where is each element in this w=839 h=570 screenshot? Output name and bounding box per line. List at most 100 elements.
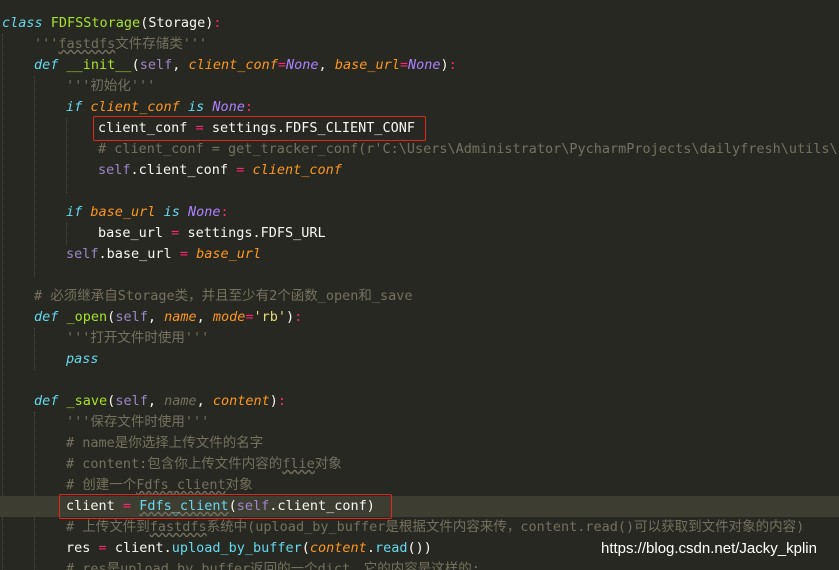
- comment-token: # res是upload_by_buffer返回的一个dict，它的内容是这样的…: [66, 561, 480, 570]
- param-token: base_url: [90, 204, 156, 220]
- docstring-token: '''打开文件时使用''': [66, 330, 210, 346]
- keyword-token: is: [187, 99, 205, 115]
- colon-token: :: [277, 393, 287, 409]
- comment-token: 对象: [225, 477, 253, 493]
- comma-token: ,: [318, 57, 335, 73]
- param-token: base_url: [334, 57, 400, 73]
- indent-guide: [66, 223, 67, 245]
- param-token: client_conf: [188, 57, 278, 73]
- self-token: self: [139, 57, 173, 73]
- param-token: name: [164, 309, 197, 325]
- code-line-5[interactable]: if client_conf is None:: [66, 97, 253, 118]
- code-line-17[interactable]: pass: [66, 349, 99, 370]
- variable-token: res: [66, 540, 91, 556]
- dot-token: .: [366, 540, 375, 556]
- docstring-token: '''保存文件时使用''': [66, 414, 210, 430]
- comment-token: # client_conf = get_tracker_conf(r'C:\Us…: [98, 141, 839, 157]
- function-name-token: __init__: [66, 57, 132, 73]
- paren-token: ): [269, 393, 278, 409]
- string-token: 'rb': [253, 309, 287, 325]
- method-token: upload_by_buffer: [171, 540, 302, 556]
- code-line-25[interactable]: # 上传文件到fastdfs系统中(upload_by_buffer是根据文件内…: [66, 517, 804, 538]
- settings-token: settings.FDFS_URL: [187, 225, 326, 241]
- operator-token: =: [236, 162, 245, 178]
- paren-token: (: [131, 57, 140, 73]
- colon-token: :: [213, 15, 222, 31]
- code-line-22[interactable]: # content:包含你上传文件内容的flie对象: [66, 454, 342, 475]
- param-token: base_url: [196, 246, 262, 262]
- colon-token: :: [220, 204, 229, 220]
- comma-token: ,: [196, 309, 213, 325]
- code-line-12[interactable]: self.base_url = base_url: [66, 244, 261, 265]
- comment-token: 系统中(upload_by_buffer是根据文件内容来传，content.re…: [206, 519, 805, 535]
- class-name-token: FDFSStorage: [50, 15, 141, 31]
- comment-token: 对象: [314, 456, 342, 472]
- constant-token: None: [212, 99, 245, 115]
- keyword-token: pass: [66, 351, 99, 367]
- comma-token: ,: [172, 57, 189, 73]
- indent-guide: [34, 412, 35, 570]
- comma-token: ,: [147, 393, 165, 409]
- attribute-token: .client_conf: [130, 162, 229, 178]
- colon-token: :: [294, 309, 303, 325]
- code-line-7[interactable]: # client_conf = get_tracker_conf(r'C:\Us…: [98, 139, 839, 160]
- param-token: client_conf: [252, 162, 342, 178]
- code-line-16[interactable]: '''打开文件时使用''': [66, 328, 209, 349]
- docstring-token: fastdfs: [58, 36, 116, 52]
- code-line-8[interactable]: self.client_conf = client_conf: [98, 160, 342, 181]
- comment-token: Fdfs_client: [136, 477, 226, 493]
- docstring-token: ''': [34, 36, 59, 52]
- operator-token: =: [245, 309, 254, 325]
- code-line-21[interactable]: # name是你选择上传文件的名字: [66, 433, 263, 454]
- self-token: self: [98, 162, 131, 178]
- code-line-4[interactable]: '''初始化''': [66, 76, 155, 97]
- constant-token: None: [286, 57, 319, 73]
- indent-guide: [34, 328, 35, 370]
- indent-guide: [2, 34, 3, 570]
- code-line-26[interactable]: res = client.upload_by_buffer(content.re…: [66, 538, 432, 559]
- constant-token: None: [187, 204, 221, 220]
- code-line-27[interactable]: # res是upload_by_buffer返回的一个dict，它的内容是这样的…: [66, 559, 480, 570]
- docstring-token: 文件存储类''': [115, 36, 208, 52]
- watermark-text: https://blog.csdn.net/Jacky_kplin: [601, 540, 817, 557]
- code-editor[interactable]: class FDFSStorage(Storage): '''fastdfs文件…: [0, 0, 839, 570]
- code-line-14[interactable]: # 必须继承自Storage类，并且至少有2个函数_open和_save: [34, 286, 413, 307]
- comment-token: # 必须继承自Storage类，并且至少有2个函数_open和_save: [34, 288, 413, 304]
- keyword-token: if: [66, 204, 83, 220]
- comment-token: # name是你选择上传文件的名字: [66, 435, 264, 451]
- variable-token: base_url: [98, 225, 164, 241]
- operator-token: =: [98, 540, 107, 556]
- code-line-20[interactable]: '''保存文件时使用''': [66, 412, 209, 433]
- operator-token: =: [277, 57, 287, 73]
- comment-token: fastdfs: [149, 519, 207, 535]
- comma-token: ,: [196, 393, 213, 409]
- code-line-2[interactable]: '''fastdfs文件存储类''': [34, 34, 207, 55]
- self-token: self: [66, 246, 99, 262]
- code-line-19[interactable]: def _save(self, name, content):: [34, 391, 286, 412]
- code-line-1[interactable]: class FDFSStorage(Storage):: [2, 13, 221, 34]
- object-token: client.: [114, 540, 172, 556]
- code-line-10[interactable]: if base_url is None:: [66, 202, 229, 223]
- code-line-3[interactable]: def __init__(self, client_conf=None, bas…: [34, 55, 457, 76]
- colon-token: :: [448, 57, 457, 73]
- base-class-token: (Storage): [140, 15, 214, 31]
- operator-token: =: [399, 57, 408, 73]
- indent-guide: [66, 118, 67, 193]
- code-line-23[interactable]: # 创建一个Fdfs_client对象: [66, 475, 253, 496]
- code-line-11[interactable]: base_url = settings.FDFS_URL: [98, 223, 326, 244]
- param-token: content: [212, 393, 270, 409]
- attribute-token: .base_url: [98, 246, 172, 262]
- comment-token: flie: [282, 456, 315, 472]
- operator-token: =: [179, 246, 188, 262]
- comment-token: # 创建一个: [66, 477, 137, 493]
- function-name-token: _open: [66, 309, 108, 325]
- paren-token: (: [301, 540, 310, 556]
- code-line-15[interactable]: def _open(self, name, mode='rb'):: [34, 307, 302, 328]
- comma-token: ,: [147, 309, 165, 325]
- indent-guide: [34, 76, 35, 277]
- highlight-box-client-conf: [93, 116, 426, 141]
- self-token: self: [115, 393, 148, 409]
- self-token: self: [115, 309, 148, 325]
- keyword-token: class: [2, 15, 43, 31]
- function-name-token: _save: [66, 393, 108, 409]
